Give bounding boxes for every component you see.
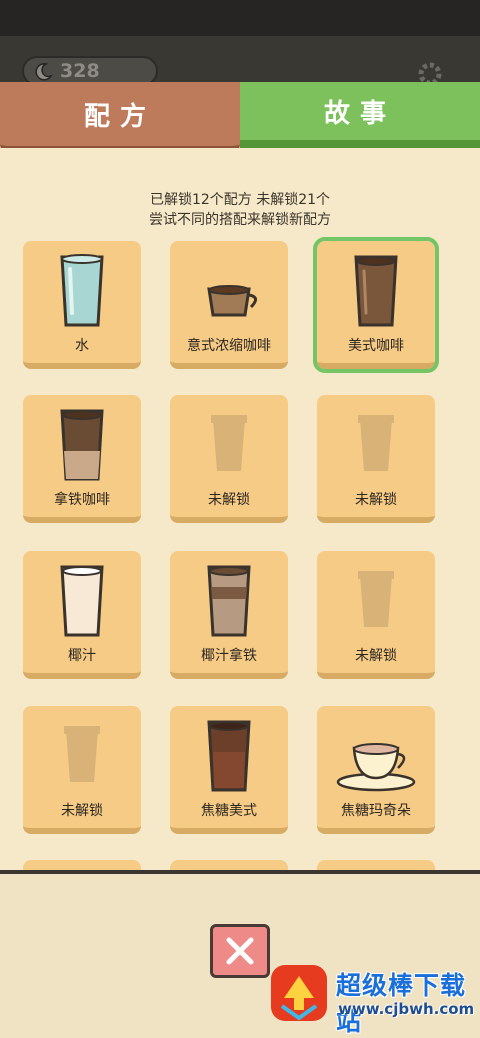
unlock-hint-text: 尝试不同的搭配来解锁新配方 [149,212,331,228]
recipe-card-caramel-americano[interactable]: 焦糖美式 [170,706,288,834]
espresso-cup-icon [207,285,257,317]
caramel-americano-glass-icon [207,720,251,792]
water-glass-icon [60,254,104,327]
recipe-panel: 已解锁12个配方 未解锁21个 尝试不同的搭配来解锁新配方 水 意式浓缩咖啡 美… [0,148,480,870]
close-button[interactable] [210,924,270,978]
recipe-label: 焦糖玛奇朵 [341,803,411,819]
recipe-label: 意式浓缩咖啡 [187,338,271,354]
recipe-card-locked[interactable]: 未解锁 [317,395,435,523]
recipe-card-partial[interactable] [23,860,141,870]
locked-cup-icon [64,726,100,782]
recipe-card-coconut-milk[interactable]: 椰汁 [23,551,141,679]
americano-glass-icon [354,255,398,327]
recipe-card-latte[interactable]: 拿铁咖啡 [23,395,141,523]
site-watermark: 超级棒下载站 www.cjbwh.com [268,960,480,1036]
recipe-card-partial[interactable] [317,860,435,870]
tab-recipe[interactable]: 配方 [0,82,240,154]
recipe-card-partial[interactable] [170,860,288,870]
recipe-label: 未解锁 [61,803,103,819]
locked-cup-icon [358,571,394,627]
recipe-label: 椰汁拿铁 [201,648,257,664]
recipe-label: 美式咖啡 [348,338,404,354]
locked-cup-icon [211,415,247,471]
latte-glass-icon [60,409,104,481]
recipe-card-coconut-latte[interactable]: 椰汁拿铁 [170,551,288,679]
recipe-label: 焦糖美式 [201,803,257,819]
coconut-milk-glass-icon [60,565,104,637]
locked-cup-icon [358,415,394,471]
recipe-label: 未解锁 [208,492,250,508]
recipe-card-espresso[interactable]: 意式浓缩咖啡 [170,241,288,369]
status-strip [0,0,480,36]
moon-icon [35,63,53,81]
recipe-label: 椰汁 [68,648,96,664]
unlock-summary: 已解锁12个配方 未解锁21个 尝试不同的搭配来解锁新配方 [0,190,480,230]
caramel-macchiato-cup-icon [336,743,416,792]
recipe-label: 未解锁 [355,648,397,664]
recipe-label: 未解锁 [355,492,397,508]
recipe-card-caramel-macchiato[interactable]: 焦糖玛奇朵 [317,706,435,834]
watermark-url: www.cjbwh.com [338,1000,475,1018]
recipe-label: 拿铁咖啡 [54,492,110,508]
recipe-card-locked[interactable]: 未解锁 [23,706,141,834]
recipe-card-americano[interactable]: 美式咖啡 [313,237,439,373]
unlock-count-text: 已解锁12个配方 未解锁21个 [149,192,331,208]
coin-count: 328 [60,60,100,82]
coconut-latte-glass-icon [207,565,251,637]
close-icon [226,937,254,965]
watermark-logo-icon [271,965,327,1021]
recipe-card-water[interactable]: 水 [23,241,141,369]
recipe-card-locked[interactable]: 未解锁 [317,551,435,679]
panel-bottom-divider [0,870,480,874]
tab-story[interactable]: 故事 [240,82,480,148]
recipe-label: 水 [75,338,89,354]
recipe-card-locked[interactable]: 未解锁 [170,395,288,523]
